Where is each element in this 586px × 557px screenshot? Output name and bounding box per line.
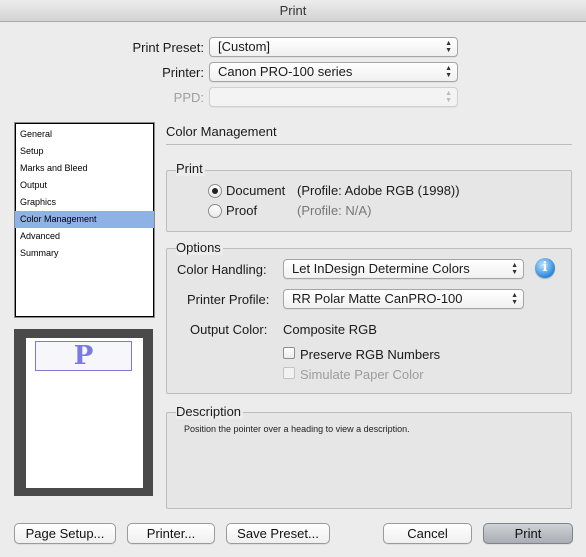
sidebar-item-summary[interactable]: Summary bbox=[15, 245, 154, 262]
sidebar-item-marks-and-bleed[interactable]: Marks and Bleed bbox=[15, 160, 154, 177]
proof-radio[interactable] bbox=[208, 204, 222, 218]
info-icon[interactable]: i bbox=[535, 258, 555, 278]
sidebar-item-general[interactable]: General bbox=[15, 126, 154, 143]
preserve-rgb-checkbox[interactable] bbox=[283, 347, 295, 359]
category-list: General Setup Marks and Bleed Output Gra… bbox=[14, 122, 155, 318]
color-handling-select[interactable]: Let InDesign Determine Colors ▲ ▼ bbox=[283, 259, 524, 279]
up-down-arrows-icon: ▲ ▼ bbox=[445, 40, 452, 54]
printer-label: Printer: bbox=[162, 65, 204, 80]
output-color-value: Composite RGB bbox=[283, 322, 377, 337]
window-title: Print bbox=[0, 0, 586, 22]
printer-select[interactable]: Canon PRO-100 series ▲ ▼ bbox=[209, 62, 458, 82]
options-group-title: Options bbox=[176, 240, 223, 255]
document-profile: (Profile: Adobe RGB (1998)) bbox=[297, 183, 460, 198]
proof-label: Proof bbox=[226, 203, 258, 218]
output-color-label: Output Color: bbox=[190, 322, 268, 337]
ppd-label: PPD: bbox=[173, 90, 204, 105]
print-group-title: Print bbox=[176, 161, 205, 176]
simulate-paper-label: Simulate Paper Color bbox=[300, 367, 424, 382]
preserve-rgb-label: Preserve RGB Numbers bbox=[300, 347, 441, 362]
save-preset-button[interactable]: Save Preset... bbox=[226, 523, 330, 544]
print-preset-label: Print Preset: bbox=[132, 40, 204, 55]
section-title: Color Management bbox=[166, 124, 277, 139]
printer-profile-label: Printer Profile: bbox=[187, 292, 270, 307]
up-down-arrows-icon: ▲ ▼ bbox=[511, 292, 518, 306]
sidebar-item-setup[interactable]: Setup bbox=[15, 143, 154, 160]
document-radio[interactable] bbox=[208, 184, 222, 198]
print-button[interactable]: Print bbox=[483, 523, 573, 544]
sidebar-item-graphics[interactable]: Graphics bbox=[15, 194, 154, 211]
printer-button[interactable]: Printer... bbox=[127, 523, 215, 544]
page-setup-button[interactable]: Page Setup... bbox=[14, 523, 116, 544]
print-preset-value: [Custom] bbox=[218, 39, 271, 54]
up-down-arrows-icon: ▲ ▼ bbox=[511, 262, 518, 276]
ppd-select[interactable]: ▲ ▼ bbox=[209, 87, 458, 107]
printer-profile-select[interactable]: RR Polar Matte CanPRO-100 ▲ ▼ bbox=[283, 289, 524, 309]
preview-page: P bbox=[26, 338, 143, 488]
sidebar-item-color-management[interactable]: Color Management bbox=[15, 211, 154, 228]
cancel-button[interactable]: Cancel bbox=[383, 523, 472, 544]
preview-image: P bbox=[35, 341, 132, 371]
printer-profile-value: RR Polar Matte CanPRO-100 bbox=[292, 291, 463, 306]
simulate-paper-checkbox[interactable] bbox=[283, 367, 295, 379]
section-divider bbox=[166, 144, 572, 145]
color-handling-value: Let InDesign Determine Colors bbox=[292, 261, 470, 276]
description-group-title: Description bbox=[176, 404, 244, 419]
up-down-arrows-icon: ▲ ▼ bbox=[445, 90, 452, 104]
proof-profile: (Profile: N/A) bbox=[297, 203, 372, 218]
sidebar-item-output[interactable]: Output bbox=[15, 177, 154, 194]
page-preview: P bbox=[14, 329, 153, 496]
description-text: Position the pointer over a heading to v… bbox=[184, 424, 410, 434]
color-handling-label: Color Handling: bbox=[177, 262, 267, 277]
print-preset-select[interactable]: [Custom] ▲ ▼ bbox=[209, 37, 458, 57]
printer-value: Canon PRO-100 series bbox=[218, 64, 353, 79]
document-label: Document bbox=[226, 183, 286, 198]
up-down-arrows-icon: ▲ ▼ bbox=[445, 65, 452, 79]
sidebar-item-advanced[interactable]: Advanced bbox=[15, 228, 154, 245]
print-group bbox=[166, 170, 572, 232]
